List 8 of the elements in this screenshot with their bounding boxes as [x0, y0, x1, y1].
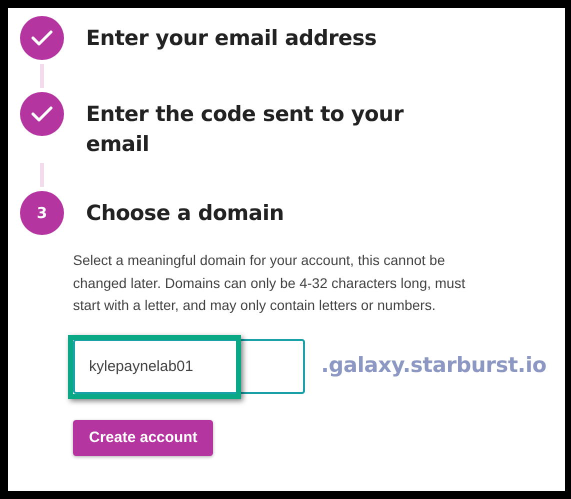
step-title: Enter your email address — [86, 25, 378, 52]
step-number: 3 — [20, 191, 64, 235]
description-text: Select a meaningful domain for your account, this cannot be changed later. Domains can only be 4-32 characters long, must start with a letter, and may only contain letters or numbers. — [73, 251, 466, 315]
domain-input-field[interactable]: kylepaynelab01 — [73, 338, 305, 394]
step-title: Choose a domain — [86, 200, 285, 227]
domain-suffix: .galaxy.starburst.io — [321, 352, 546, 380]
step-title: Enter the code sent to your email — [86, 101, 405, 158]
create-account-button[interactable]: Create account — [73, 420, 214, 456]
